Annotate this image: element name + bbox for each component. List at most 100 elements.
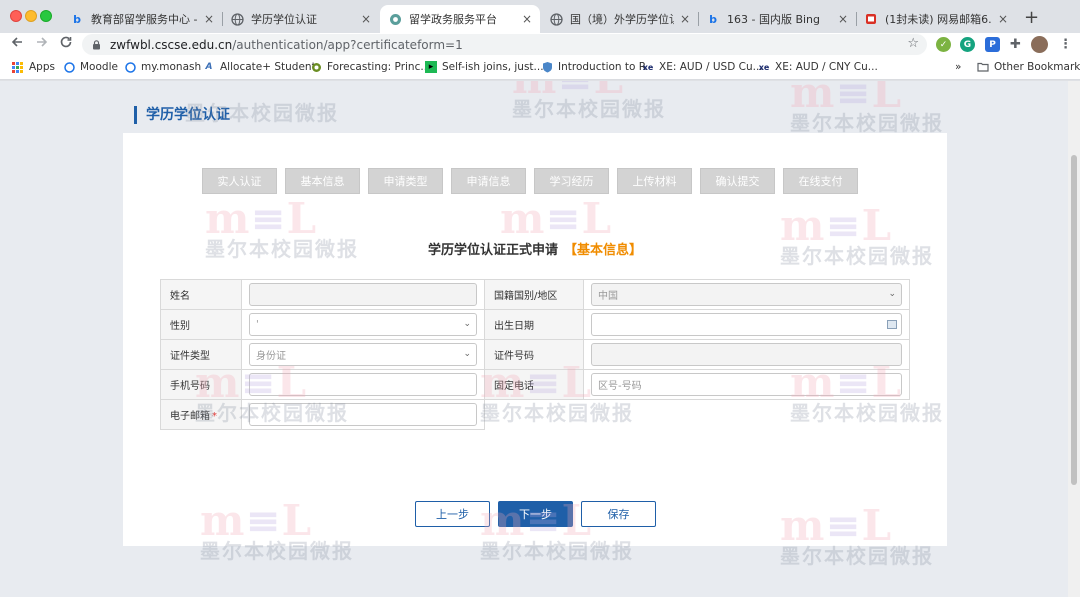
email-field[interactable] [249,403,477,426]
xe-icon: xe [642,62,654,72]
id-number-label: 证件号码 [484,339,584,370]
step-application-info[interactable]: 申请信息 [451,168,526,194]
window-minimize-button[interactable] [25,10,37,22]
form-subtitle: 【基本信息】 [564,243,643,258]
bookmarks-overflow-chevron[interactable]: » [955,61,961,73]
bookmark-xe-aud-usd[interactable]: xe XE: AUD / USD Cu... [642,61,763,73]
step-real-name-auth[interactable]: 实人认证 [202,168,277,194]
id-number-field[interactable] [591,343,902,366]
form-row: 性别 ' ⌄ 出生日期 [160,309,910,340]
browser-tab-6[interactable]: (1封未读) 网易邮箱6.0版 × [856,5,1016,33]
form-card: 实人认证 基本信息 申请类型 申请信息 学习经历 上传材料 确认提交 在线支付 … [123,133,947,546]
step-application-type[interactable]: 申请类型 [368,168,443,194]
name-field[interactable] [249,283,477,306]
prev-step-button[interactable]: 上一步 [415,501,490,527]
browser-tab-4[interactable]: 国（境）外学历学位认证中 × [541,5,698,33]
form-row: 手机号码 固定电话 区号-号码 [160,369,910,400]
address-bar[interactable]: zwfwbl.cscse.edu.cn/authentication/app?c… [82,34,927,55]
translate-extension-icon[interactable]: P [985,37,1000,52]
bookmark-xe-aud-cny[interactable]: xe XE: AUD / CNY Cu... [758,61,878,73]
new-tab-button[interactable]: + [1024,7,1039,28]
step-online-payment[interactable]: 在线支付 [783,168,858,194]
other-bookmarks-label: Other Bookmarks [994,61,1080,73]
lock-icon [92,39,102,50]
bookmark-self-ish-joins[interactable]: ▸ Self-ish joins, just... [425,61,544,73]
step-confirm-submit[interactable]: 确认提交 [700,168,775,194]
bing-icon: b [709,12,717,26]
bookmark-allocate[interactable]: A Allocate+ Student [203,61,316,73]
back-arrow-icon[interactable] [10,35,24,53]
email-cell [241,399,485,430]
landline-field[interactable]: 区号-号码 [591,373,902,396]
basic-info-form: 姓名 国籍国别/地区 中国 ⌄ 性别 ' ⌄ 出生日期 证件类型 身份证 ⌄ 证… [160,279,910,430]
birthdate-cell [583,309,910,340]
tab-title: 教育部留学服务中心 - 国内版 [91,13,198,26]
bookmark-star-icon[interactable]: ☆ [907,36,919,51]
tab-title: 163 - 国内版 Bing [727,13,821,26]
landline-cell: 区号-号码 [583,369,910,400]
scrollbar-thumb[interactable] [1071,155,1077,485]
bookmark-moodle[interactable]: Moodle [63,61,118,73]
watermark-logo: m≡L [790,81,903,117]
gender-label: 性别 [160,309,242,340]
watermark-logo: m≡L [512,81,666,100]
window-zoom-button[interactable] [40,10,52,22]
reload-icon[interactable] [59,35,73,53]
tab-close-icon[interactable]: × [522,12,532,26]
watermark: m≡L 墨尔本校园微报 [512,81,666,122]
name-label: 姓名 [160,279,242,310]
other-bookmarks[interactable]: Other Bookmarks [977,61,1080,73]
globe-icon [230,12,244,26]
tab-close-icon[interactable]: × [680,12,690,26]
birthdate-field[interactable] [591,313,902,336]
browser-menu-icon[interactable]: ⋮ [1058,37,1073,52]
name-cell [241,279,485,310]
step-study-history[interactable]: 学习经历 [534,168,609,194]
grammarly-icon[interactable]: G [960,37,975,52]
browser-tab-strip: b 教育部留学服务中心 - 国内版 × 学历学位认证 × 留学政务服务平台 × … [0,0,1080,33]
tab-title: (1封未读) 网易邮箱6.0版 [885,13,992,26]
tab-close-icon[interactable]: × [838,12,848,26]
browser-tab-3-active[interactable]: 留学政务服务平台 × [380,5,540,33]
browser-tab-1[interactable]: b 教育部留学服务中心 - 国内版 × [62,5,222,33]
extension-check-icon[interactable]: ✓ [936,37,951,52]
chevron-down-icon: ⌄ [463,349,471,359]
chrome-icon [388,12,402,26]
bookmark-apps[interactable]: Apps [12,61,55,73]
forward-arrow-icon[interactable] [35,35,49,53]
tab-close-icon[interactable]: × [204,12,214,26]
browser-tab-5[interactable]: b 163 - 国内版 Bing × [698,5,856,33]
step-basic-info[interactable]: 基本信息 [285,168,360,194]
tab-close-icon[interactable]: × [998,12,1008,26]
extensions-puzzle-icon[interactable]: ✚ [1008,37,1023,52]
bookmark-label: Introduction to R [558,61,647,73]
green-play-icon: ▸ [425,61,437,73]
tab-title: 留学政务服务平台 [409,13,497,26]
bookmark-introduction-to-r[interactable]: Introduction to R [541,61,646,73]
id-number-cell [583,339,910,370]
form-title: 学历学位认证正式申请 【基本信息】 [123,239,947,258]
page-content: 学历学位认证 实人认证 基本信息 申请类型 申请信息 学习经历 上传材料 确认提… [0,81,1080,597]
form-row: 电子邮箱 * [160,399,910,430]
profile-avatar[interactable] [1031,36,1048,53]
apps-grid-icon [12,61,23,73]
mobile-field[interactable] [249,373,477,396]
bookmark-my-monash[interactable]: my.monash [124,61,201,73]
calendar-icon[interactable] [887,320,897,329]
window-close-button[interactable] [10,10,22,22]
gender-select[interactable]: ' ⌄ [249,313,477,336]
bookmark-label: Moodle [80,61,118,73]
gender-cell: ' ⌄ [241,309,485,340]
netease-icon [864,12,878,26]
step-upload-materials[interactable]: 上传材料 [617,168,692,194]
save-button[interactable]: 保存 [581,501,656,527]
bookmark-label: my.monash [141,61,202,73]
tab-close-icon[interactable]: × [361,12,371,26]
browser-tab-2[interactable]: 学历学位认证 × [222,5,379,33]
page-scrollbar[interactable] [1068,81,1080,597]
id-type-select[interactable]: 身份证 ⌄ [249,343,477,366]
nationality-select[interactable]: 中国 ⌄ [591,283,902,306]
next-step-button[interactable]: 下一步 [498,501,573,527]
watermark-caption: 墨尔本校园微报 [790,111,944,135]
bookmark-forecasting[interactable]: Forecasting: Princ... [310,61,430,73]
